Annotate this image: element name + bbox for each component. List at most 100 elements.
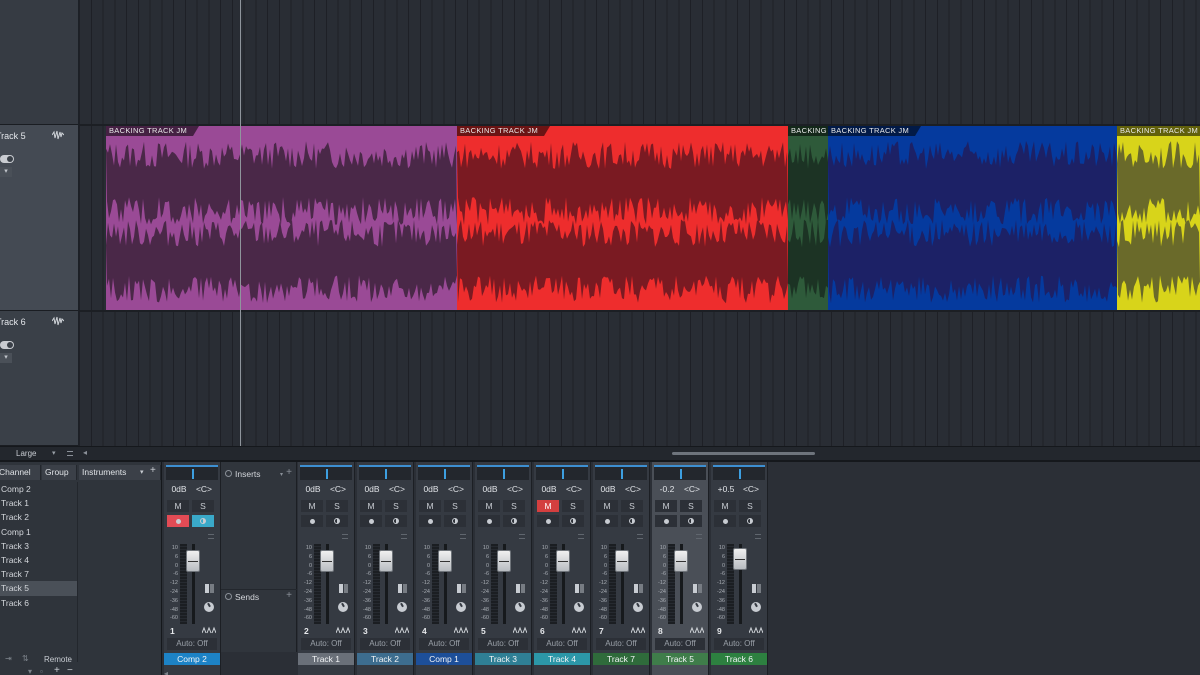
pan-knob-icon[interactable] — [338, 602, 348, 612]
pan-value[interactable]: <C> — [191, 484, 217, 494]
meter-mode-icon[interactable] — [575, 584, 584, 593]
automation-mode-button[interactable]: Auto: Off — [655, 638, 705, 650]
monitor-button[interactable] — [680, 515, 702, 527]
menu-icon[interactable] — [755, 534, 761, 539]
audio-clip[interactable]: BACKING T — [788, 126, 828, 310]
record-arm-button[interactable] — [419, 515, 441, 527]
volume-fader[interactable] — [674, 550, 688, 572]
chevron-down-icon[interactable]: ▾ — [280, 471, 283, 478]
track-header-track-5[interactable]: Track 5 ▾ — [0, 125, 78, 311]
channel-name[interactable]: Comp 1 — [416, 653, 472, 665]
audio-clip[interactable]: BACKING TRACK JM — [1117, 126, 1200, 310]
add-icon[interactable]: + — [54, 665, 60, 675]
meter-mode-icon[interactable] — [205, 584, 214, 593]
mute-button[interactable]: M — [360, 500, 382, 512]
mute-button[interactable]: M — [301, 500, 323, 512]
volume-value[interactable]: +0.5 — [714, 484, 738, 494]
automation-mode-button[interactable]: Auto: Off — [714, 638, 764, 650]
monitor-button[interactable] — [444, 515, 466, 527]
channel-list-item[interactable]: Track 3 — [0, 539, 77, 553]
solo-button[interactable]: S — [326, 500, 348, 512]
channel-strip[interactable]: 0dB <C> M S 10 6 0 -6 -12 -24 -36 -48 -60 5 Auto: Off T… — [475, 462, 532, 675]
audio-clip[interactable]: BACKING TRACK JM — [457, 126, 788, 310]
channel-list-item[interactable]: Track 5 — [0, 581, 77, 596]
chevron-down-icon[interactable]: ▾ — [140, 468, 144, 476]
pan-knob-icon[interactable] — [574, 602, 584, 612]
pan-knob-icon[interactable] — [692, 602, 702, 612]
tab-channel[interactable]: Channel — [0, 465, 41, 480]
volume-value[interactable]: -0.2 — [655, 484, 679, 494]
volume-fader[interactable] — [438, 550, 452, 572]
pan-value[interactable]: <C> — [502, 484, 528, 494]
pan-value[interactable]: <C> — [384, 484, 410, 494]
monitor-toggle-icon[interactable] — [0, 341, 14, 349]
chevron-down-icon[interactable]: ▾ — [0, 353, 12, 363]
volume-fader[interactable] — [556, 550, 570, 572]
scroll-left-icon[interactable]: ◂ — [164, 669, 168, 675]
record-arm-button[interactable] — [360, 515, 382, 527]
pan-value[interactable]: <C> — [738, 484, 764, 494]
channel-list-item[interactable]: Comp 1 — [0, 525, 77, 539]
volume-value[interactable]: 0dB — [478, 484, 502, 494]
menu-icon[interactable] — [401, 534, 407, 539]
automation-mode-button[interactable]: Auto: Off — [301, 638, 351, 650]
record-arm-button[interactable] — [596, 515, 618, 527]
sends-label[interactable]: Sends — [235, 592, 259, 602]
mute-button[interactable]: M — [419, 500, 441, 512]
tab-group[interactable]: Group — [42, 465, 77, 480]
solo-button[interactable]: S — [385, 500, 407, 512]
meter-mode-icon[interactable] — [339, 584, 348, 593]
horizontal-scrollbar[interactable] — [672, 452, 815, 455]
menu-icon[interactable] — [342, 534, 348, 539]
meter-mode-icon[interactable] — [457, 584, 466, 593]
channel-name[interactable]: Track 2 — [357, 653, 413, 665]
automation-icon[interactable] — [336, 625, 350, 634]
record-arm-button[interactable] — [655, 515, 677, 527]
monitor-button[interactable] — [621, 515, 643, 527]
mute-button[interactable]: M — [714, 500, 736, 512]
automation-icon[interactable] — [749, 625, 763, 634]
monitor-toggle-icon[interactable] — [0, 155, 14, 163]
record-arm-button[interactable] — [301, 515, 323, 527]
channel-list-item[interactable]: Track 4 — [0, 553, 77, 567]
pan-value[interactable]: <C> — [679, 484, 705, 494]
mute-button[interactable]: M — [596, 500, 618, 512]
channel-name[interactable]: Track 7 — [593, 653, 649, 665]
volume-value[interactable]: 0dB — [360, 484, 384, 494]
mute-button[interactable]: M — [537, 500, 559, 512]
automation-mode-button[interactable]: Auto: Off — [360, 638, 410, 650]
channel-strip[interactable]: -0.2 <C> M S 10 6 0 -6 -12 -24 -36 -48 -60 8 Auto: Off… — [652, 462, 709, 675]
inserts-label[interactable]: Inserts — [235, 469, 261, 479]
channel-strip[interactable]: 0dB <C> M S 10 6 0 -6 -12 -24 -36 -48 -60 6 Auto: Off T… — [534, 462, 591, 675]
solo-button[interactable]: S — [739, 500, 761, 512]
channel-strip[interactable]: 0dB <C> M S 10 6 0 -6 -12 -24 -36 -48 -60 3 Auto: Off T… — [357, 462, 414, 675]
add-insert-icon[interactable]: + — [286, 467, 292, 478]
pan-knob-icon[interactable] — [515, 602, 525, 612]
channel-strip[interactable]: 0dB <C> M S 10 6 0 -6 -12 -24 -36 -48 -60 2 Auto: Off T… — [298, 462, 355, 675]
menu-icon[interactable] — [637, 534, 643, 539]
tab-instruments[interactable]: Instruments — [79, 465, 161, 480]
menu-icon[interactable] — [519, 534, 525, 539]
channel-name[interactable]: Comp 2 — [164, 653, 220, 665]
automation-icon[interactable] — [631, 625, 645, 634]
audio-clip[interactable]: BACKING TRACK JM — [828, 126, 1117, 310]
mute-button[interactable]: M — [478, 500, 500, 512]
record-arm-button[interactable] — [478, 515, 500, 527]
volume-fader[interactable] — [379, 550, 393, 572]
audio-clip[interactable]: BACKING TRACK JM — [106, 126, 457, 310]
solo-button[interactable]: S — [503, 500, 525, 512]
automation-icon[interactable] — [572, 625, 586, 634]
channel-strip[interactable]: 0dB <C> M S 10 6 0 -6 -12 -24 -36 -48 -60 7 Auto: Off T… — [593, 462, 650, 675]
waveform-icon[interactable] — [52, 316, 64, 326]
channel-list-item[interactable]: Track 7 — [0, 567, 77, 581]
channel-strip[interactable]: 0dB <C> M S 10 6 0 -6 -12 -24 -36 -48 -60 1 Auto: Off C… — [164, 462, 221, 675]
meter-mode-icon[interactable] — [516, 584, 525, 593]
automation-mode-button[interactable]: Auto: Off — [419, 638, 469, 650]
monitor-button[interactable] — [326, 515, 348, 527]
waveform-icon[interactable] — [52, 130, 64, 140]
monitor-button[interactable] — [739, 515, 761, 527]
channel-name[interactable]: Track 3 — [475, 653, 531, 665]
menu-icon[interactable] — [696, 534, 702, 539]
pan-value[interactable]: <C> — [443, 484, 469, 494]
mute-button[interactable]: M — [655, 500, 677, 512]
